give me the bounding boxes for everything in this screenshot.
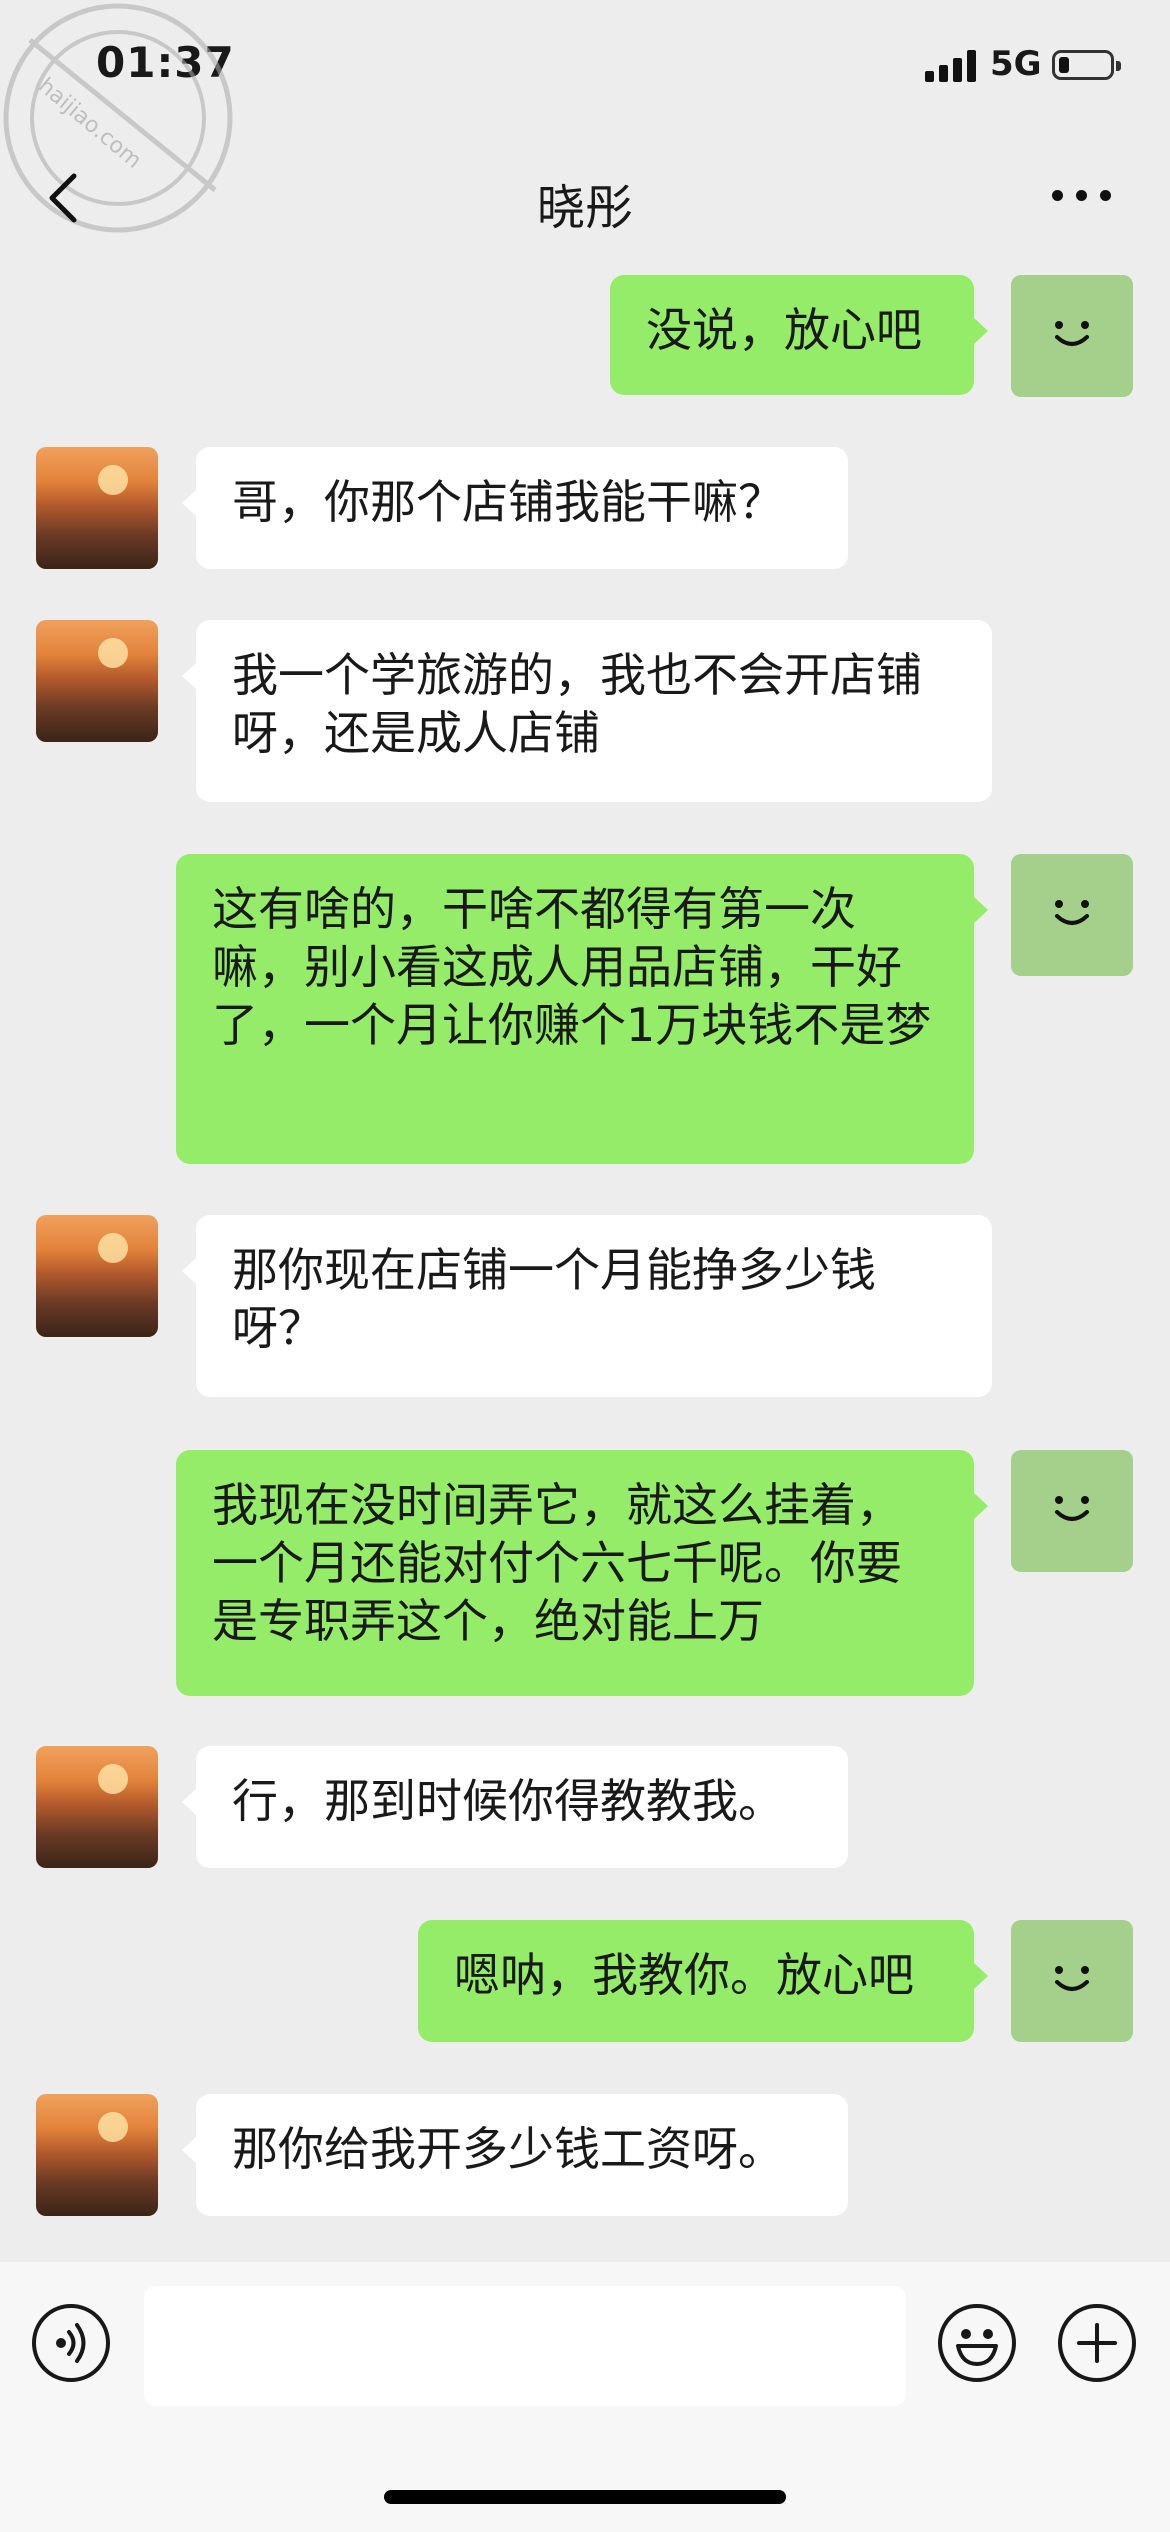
smile-icon bbox=[1055, 321, 1089, 346]
battery-icon bbox=[1052, 50, 1121, 80]
smile-icon bbox=[1055, 1966, 1089, 1991]
network-type: 5G bbox=[990, 44, 1042, 84]
smile-icon bbox=[1055, 1496, 1089, 1521]
message-bubble-incoming[interactable]: 行，那到时候你得教教我。 bbox=[182, 1746, 848, 1868]
contact-avatar[interactable] bbox=[36, 620, 158, 742]
plus-icon[interactable] bbox=[1058, 2304, 1136, 2382]
emoji-icon[interactable] bbox=[938, 2304, 1016, 2382]
message-input[interactable] bbox=[144, 2286, 906, 2406]
contact-avatar[interactable] bbox=[36, 1215, 158, 1337]
message-bubble-incoming[interactable]: 那你给我开多少钱工资呀。 bbox=[182, 2094, 848, 2216]
self-avatar[interactable] bbox=[1011, 1920, 1133, 2042]
message-bubble-outgoing[interactable]: 这有啥的，干啥不都得有第一次嘛，别小看这成人用品店铺，干好了，一个月让你赚个1万… bbox=[176, 854, 988, 1164]
chat-title: 晓彤 bbox=[536, 180, 633, 236]
message-bubble-incoming[interactable]: 哥，你那个店铺我能干嘛？ bbox=[182, 447, 848, 569]
voice-icon[interactable] bbox=[32, 2304, 110, 2382]
self-avatar[interactable] bbox=[1011, 1450, 1133, 1572]
message-bubble-outgoing[interactable]: 我现在没时间弄它，就这么挂着，一个月还能对付个六七千呢。你要是专职弄这个，绝对能… bbox=[176, 1450, 988, 1696]
contact-avatar[interactable] bbox=[36, 2094, 158, 2216]
signal-icon bbox=[925, 50, 977, 82]
more-dots-icon[interactable] bbox=[1052, 190, 1112, 204]
self-avatar[interactable] bbox=[1011, 275, 1133, 397]
contact-avatar[interactable] bbox=[36, 447, 158, 569]
home-indicator[interactable] bbox=[384, 2490, 786, 2504]
message-bubble-incoming[interactable]: 我一个学旅游的，我也不会开店铺呀，还是成人店铺 bbox=[182, 620, 992, 802]
message-bubble-outgoing[interactable]: 没说，放心吧 bbox=[610, 275, 988, 395]
message-bubble-outgoing[interactable]: 嗯呐，我教你。放心吧 bbox=[418, 1920, 988, 2042]
contact-avatar[interactable] bbox=[36, 1746, 158, 1868]
chat-input-bar bbox=[0, 2262, 1170, 2532]
smile-icon bbox=[1055, 900, 1089, 925]
message-bubble-incoming[interactable]: 那你现在店铺一个月能挣多少钱呀？ bbox=[182, 1215, 992, 1397]
self-avatar[interactable] bbox=[1011, 854, 1133, 976]
chat-header: 晓彤 bbox=[0, 130, 1170, 260]
